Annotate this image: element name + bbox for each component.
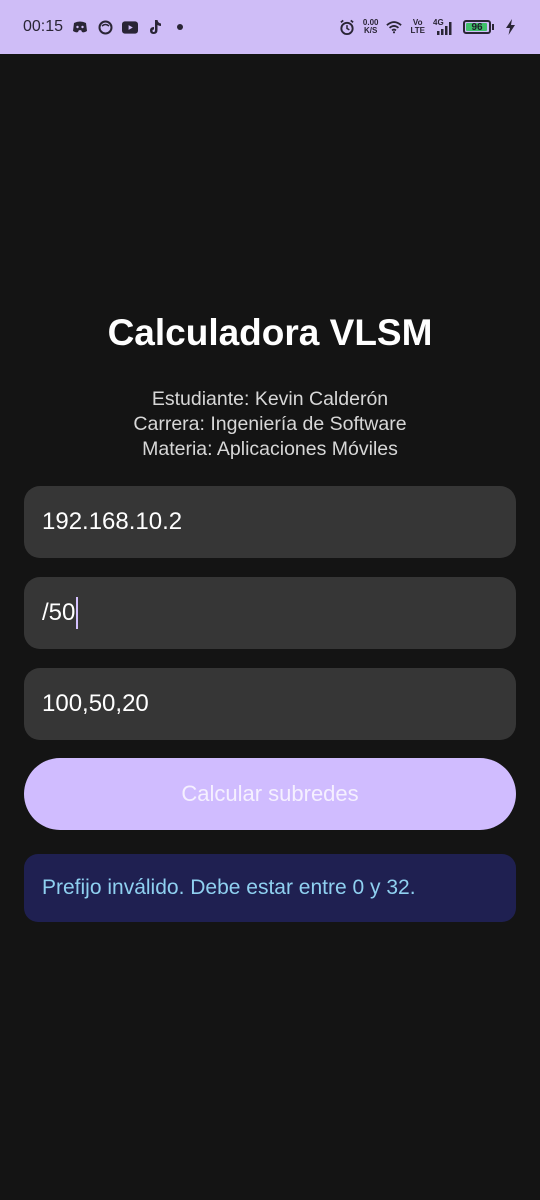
status-right: 0.00 K/S Vo LTE 4G 96 <box>339 16 518 38</box>
text-cursor <box>76 597 79 629</box>
ip-address-field[interactable]: 192.168.10.2 <box>24 486 516 558</box>
alarm-icon <box>339 19 355 35</box>
status-time: 00:15 <box>23 18 64 35</box>
net-speed: 0.00 K/S <box>363 19 379 35</box>
career: Carrera: Ingeniería de Software <box>133 413 407 435</box>
battery-indicator: 96 <box>463 20 491 34</box>
page-title: Calculadora VLSM <box>107 312 433 353</box>
youtube-icon <box>122 19 139 35</box>
volte-indicator: Vo LTE <box>410 19 425 35</box>
network-type: 4G <box>433 18 444 27</box>
status-left: 00:15 <box>23 16 188 38</box>
hosts-value: 100,50,20 <box>42 690 149 717</box>
hosts-field[interactable]: 100,50,20 <box>24 668 516 740</box>
student-name: Estudiante: Kevin Calderón <box>151 388 389 410</box>
battery-cap <box>492 24 494 30</box>
prefix-field[interactable]: /50 <box>24 577 516 649</box>
error-message: Prefijo inválido. Debe estar entre 0 y 3… <box>42 876 416 899</box>
signal-icon: 4G <box>433 18 455 35</box>
error-message-box: Prefijo inválido. Debe estar entre 0 y 3… <box>24 854 516 922</box>
volte-bottom: LTE <box>410 26 425 35</box>
subject: Materia: Aplicaciones Móviles <box>142 438 398 460</box>
discord-icon <box>72 19 88 35</box>
dot-icon <box>172 19 188 35</box>
status-bar: 00:15 0.00 K/S Vo LTE 4G 96 <box>0 0 540 54</box>
ghost-icon <box>97 19 113 35</box>
ip-address-value: 192.168.10.2 <box>42 508 183 535</box>
calculate-subnets-label: Calcular subredes <box>181 781 359 806</box>
tiktok-icon <box>147 19 163 35</box>
charging-icon <box>502 19 518 35</box>
wifi-icon <box>386 19 403 35</box>
net-speed-unit: K/S <box>364 26 378 35</box>
prefix-value: /50 <box>42 599 76 626</box>
battery-level: 96 <box>471 21 483 33</box>
calculate-subnets-button[interactable]: Calcular subredes <box>24 758 516 830</box>
student-info: Estudiante: Kevin Calderón Carrera: Inge… <box>0 387 540 462</box>
